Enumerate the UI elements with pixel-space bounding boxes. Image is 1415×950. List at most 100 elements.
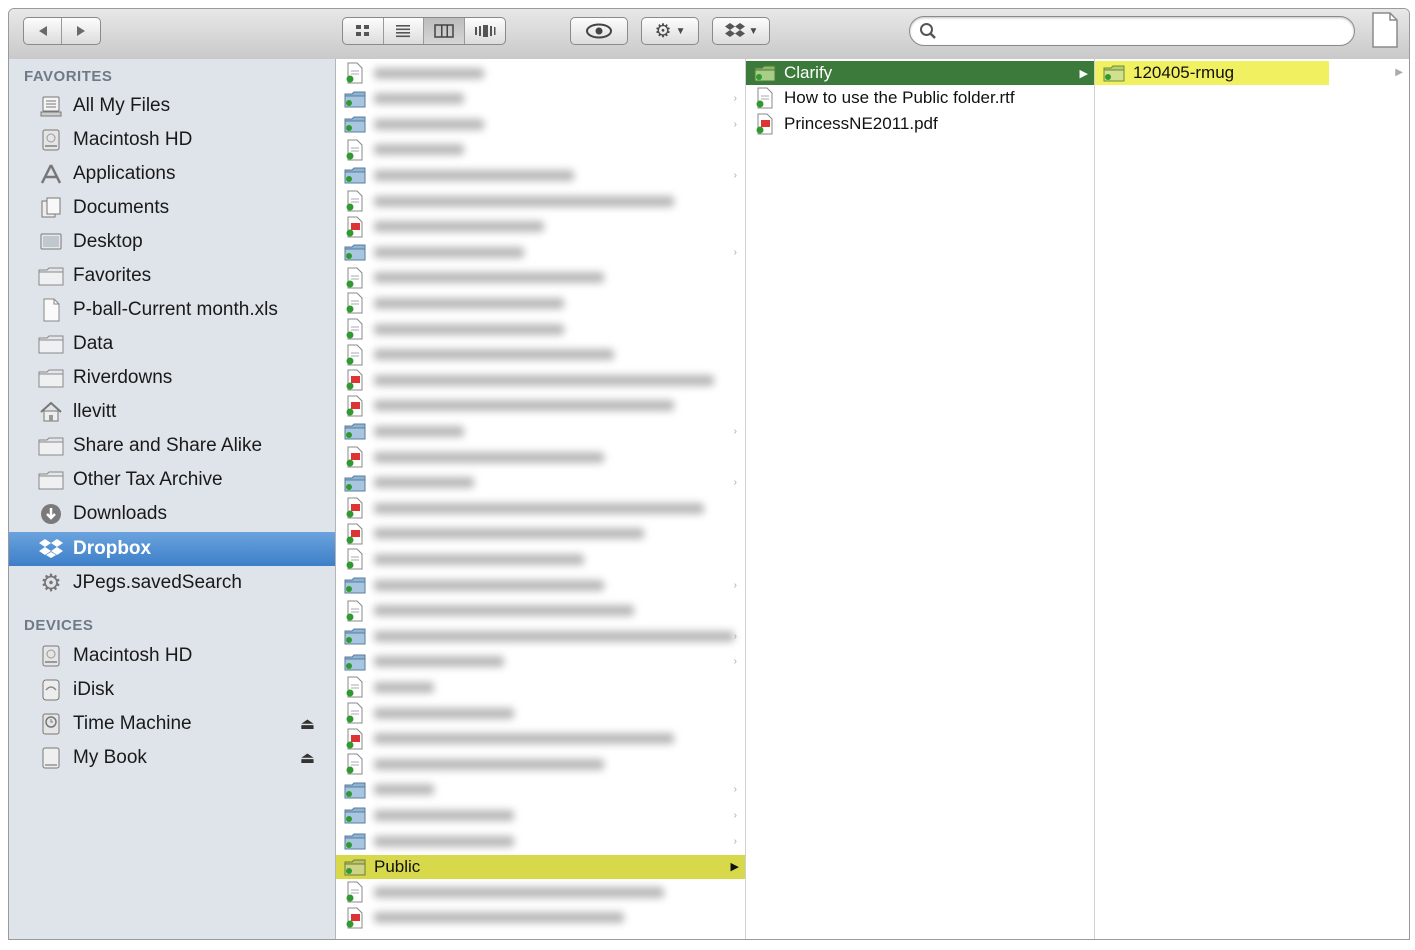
disclosure-arrow-icon: › <box>733 93 737 105</box>
sidebar-item-llevitt[interactable]: llevitt <box>9 395 335 429</box>
sidebar-item-my-book[interactable]: My Book ⏏ <box>9 741 335 775</box>
list-item[interactable] <box>336 906 745 930</box>
sidebar-item-label: Desktop <box>73 231 143 252</box>
eject-icon[interactable]: ⏏ <box>300 714 315 734</box>
disclosure-arrow-icon: › <box>733 169 737 181</box>
blurred-filename <box>374 809 514 821</box>
list-item[interactable] <box>336 727 745 751</box>
list-item[interactable] <box>336 394 745 418</box>
list-item[interactable] <box>336 675 745 699</box>
dropbox-menu-button[interactable]: ▼ <box>712 17 770 45</box>
folder-icon <box>344 626 366 646</box>
quick-look-button[interactable] <box>570 17 628 45</box>
list-item[interactable] <box>336 752 745 776</box>
list-item[interactable]: › <box>336 471 745 495</box>
sidebar-item-applications[interactable]: Applications <box>9 157 335 191</box>
list-item-public[interactable]: Public ▶ <box>336 854 745 879</box>
list-item-clarify[interactable]: Clarify ▶ <box>746 61 1094 85</box>
list-item[interactable] <box>336 189 745 213</box>
sidebar-item-share-and-share-alike[interactable]: Share and Share Alike <box>9 429 335 463</box>
list-item[interactable]: › <box>336 163 745 187</box>
list-item[interactable] <box>336 701 745 725</box>
list-item[interactable] <box>336 445 745 469</box>
list-item[interactable] <box>336 522 745 546</box>
list-view-button[interactable] <box>384 18 424 44</box>
list-item[interactable]: › <box>336 87 745 111</box>
folder-icon <box>754 63 776 83</box>
coverflow-view-button[interactable] <box>465 18 505 44</box>
blurred-filename <box>374 221 544 233</box>
toolbar-toggle-document-icon[interactable] <box>1371 12 1399 48</box>
folder-icon <box>37 433 65 459</box>
sidebar-item-downloads[interactable]: Downloads <box>9 497 335 531</box>
sidebar-item-label: Data <box>73 333 114 354</box>
hard-drive-icon <box>37 643 65 669</box>
favorites-header: FAVORITES <box>24 68 113 85</box>
sidebar-item-p-ball[interactable]: P-ball-Current month.xls <box>9 293 335 327</box>
view-mode-control <box>342 17 506 45</box>
list-item[interactable] <box>336 547 745 571</box>
sidebar-item-label: All My Files <box>73 95 171 116</box>
pdf-document-icon <box>754 113 776 135</box>
search-field[interactable] <box>909 16 1355 46</box>
blurred-filename <box>374 400 674 412</box>
list-item[interactable] <box>336 61 745 85</box>
sidebar-item-idisk[interactable]: iDisk <box>9 673 335 707</box>
sidebar-item-data[interactable]: Data <box>9 327 335 361</box>
list-item[interactable]: › <box>336 240 745 264</box>
list-item-120405-rmug[interactable]: 120405-rmug <box>1095 61 1329 85</box>
list-item[interactable] <box>336 599 745 623</box>
list-item[interactable]: › <box>336 573 745 597</box>
list-item-public-folder-rtf[interactable]: How to use the Public folder.rtf <box>746 86 1094 110</box>
list-item[interactable]: › <box>336 624 745 648</box>
sidebar-item-riverdowns[interactable]: Riverdowns <box>9 361 335 395</box>
folder-icon <box>344 857 366 877</box>
list-item[interactable] <box>336 317 745 341</box>
list-item[interactable]: › <box>336 419 745 443</box>
list-item[interactable]: › <box>336 778 745 802</box>
sidebar-item-macintosh-hd[interactable]: Macintosh HD <box>9 123 335 157</box>
sidebar-item-favorites[interactable]: Favorites <box>9 259 335 293</box>
list-item[interactable] <box>336 368 745 392</box>
blurred-filename <box>374 886 664 898</box>
finder-window: ⚙ ▼ ▼ FAVORITES All My Files Macintosh H… <box>8 8 1410 940</box>
sidebar-item-dropbox[interactable]: Dropbox <box>9 532 335 566</box>
sidebar-item-other-tax-archive[interactable]: Other Tax Archive <box>9 463 335 497</box>
dropbox-icon <box>724 23 745 37</box>
icon-view-button[interactable] <box>343 18 384 44</box>
forward-button[interactable] <box>62 18 100 44</box>
action-menu-button[interactable]: ⚙ ▼ <box>641 17 699 45</box>
sidebar-item-desktop[interactable]: Desktop <box>9 225 335 259</box>
list-item[interactable] <box>336 138 745 162</box>
search-input[interactable] <box>940 21 1344 43</box>
item-label: Clarify <box>784 63 833 82</box>
back-button[interactable] <box>24 18 62 44</box>
list-item[interactable] <box>336 266 745 290</box>
column-view-button[interactable] <box>424 18 465 44</box>
sidebar-item-all-my-files[interactable]: All My Files <box>9 89 335 123</box>
list-item[interactable] <box>336 880 745 904</box>
list-item[interactable]: › <box>336 829 745 853</box>
list-item[interactable] <box>336 343 745 367</box>
document-icon <box>344 676 366 698</box>
sidebar-item-jpegs-savedsearch[interactable]: ⚙ JPegs.savedSearch <box>9 566 335 600</box>
list-item[interactable]: › <box>336 650 745 674</box>
home-icon <box>37 399 65 425</box>
item-label: 120405-rmug <box>1133 63 1235 82</box>
list-item[interactable]: › <box>336 112 745 136</box>
list-item[interactable] <box>336 291 745 315</box>
blurred-filename <box>374 784 434 796</box>
sidebar-item-time-machine[interactable]: Time Machine ⏏ <box>9 707 335 741</box>
blurred-filename <box>374 835 514 847</box>
sidebar-item-device-macintosh-hd[interactable]: Macintosh HD <box>9 639 335 673</box>
disclosure-arrow-icon: ▶ <box>1395 67 1403 78</box>
list-item[interactable] <box>336 215 745 239</box>
sidebar-item-label: Downloads <box>73 503 167 524</box>
gear-icon: ⚙ <box>40 569 62 597</box>
eject-icon[interactable]: ⏏ <box>300 748 315 768</box>
list-item[interactable] <box>336 496 745 520</box>
disclosure-arrow-icon: › <box>733 579 737 591</box>
list-item-princess-pdf[interactable]: PrincessNE2011.pdf <box>746 112 1094 136</box>
sidebar-item-documents[interactable]: Documents <box>9 191 335 225</box>
list-item[interactable]: › <box>336 803 745 827</box>
